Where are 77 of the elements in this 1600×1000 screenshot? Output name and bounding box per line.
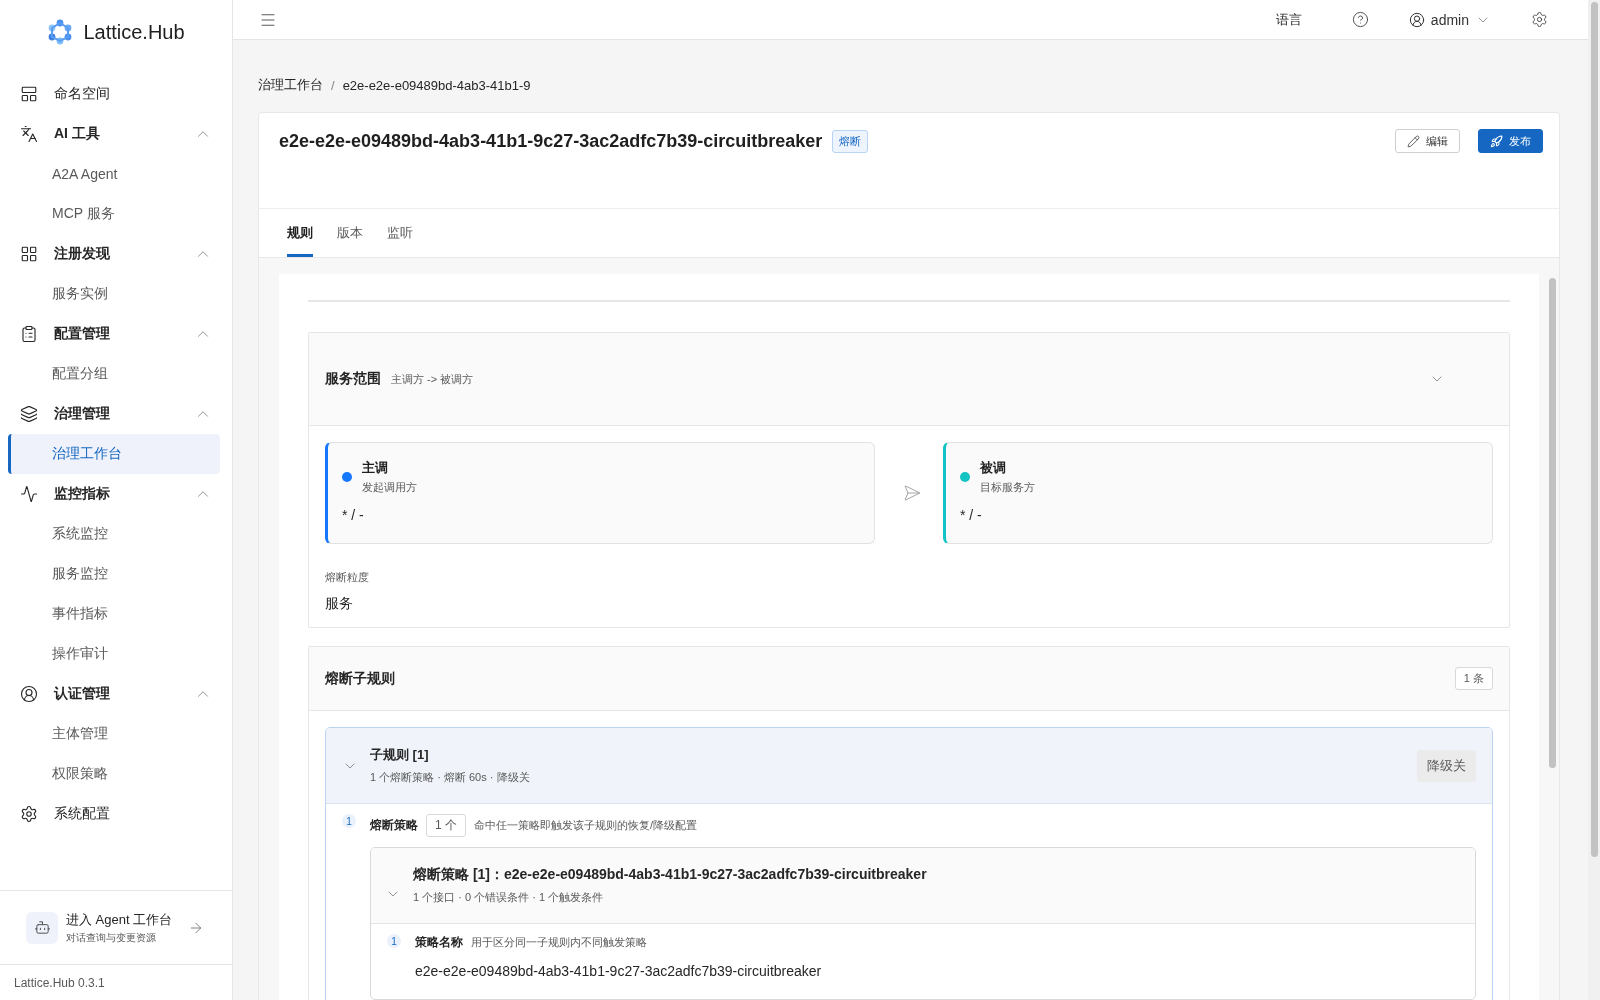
party-value: * / - (960, 507, 983, 523)
sidebar-item[interactable]: 治理工作台 (8, 434, 220, 474)
step-number: 1 (342, 814, 356, 828)
field-label: 策略名称 (415, 934, 463, 951)
publish-button[interactable]: 发布 (1478, 129, 1543, 153)
translate-icon (20, 125, 38, 143)
rule-title: e2e-e2e-e09489bd-4ab3-41b1-9c27-3ac2adfc7b39-circuitbreaker (279, 130, 823, 153)
scrollbar[interactable] (1548, 278, 1556, 768)
breadcrumb-item[interactable]: 治理工作台 (258, 76, 323, 94)
sidebar-group[interactable]: 认证管理 (8, 674, 224, 714)
policy-summary: 1 个接口 · 0 个错误条件 · 1 个触发条件 (413, 890, 605, 905)
language-menu[interactable]: 语言 (1275, 10, 1302, 29)
step-number: 1 (387, 934, 401, 948)
brand-name: Lattice.Hub (83, 20, 185, 44)
settings-icon (20, 805, 38, 823)
sidebar-item[interactable]: 事件指标 (8, 594, 220, 634)
subrule-title: 子规则 [1] (370, 746, 430, 764)
sidebar-group[interactable]: 命名空间 (8, 74, 224, 114)
party-subtitle: 发起调用方 (362, 480, 417, 495)
logo-icon (47, 19, 74, 45)
sidebar-group[interactable]: 监控指标 (8, 474, 224, 514)
agent-title: 进入 Agent 工作台 (66, 910, 173, 929)
settings-icon[interactable] (1531, 11, 1548, 28)
layers-icon (20, 405, 38, 423)
sidebar-group[interactable]: 配置管理 (8, 314, 224, 354)
pulse-icon (20, 485, 38, 503)
sidebar-item[interactable]: 系统监控 (8, 514, 220, 554)
step-label: 熔断策略 (370, 817, 418, 834)
sidebar-group[interactable]: 注册发现 (8, 234, 224, 274)
pencil-icon (1407, 134, 1420, 148)
agent-subtitle: 对话查询与变更资源 (66, 930, 157, 945)
sidebar-group[interactable]: 治理管理 (8, 394, 224, 434)
sidebar-item[interactable]: 主体管理 (8, 714, 220, 754)
status-tag: 降级关 (1417, 749, 1476, 782)
count-badge: 1 个 (426, 814, 466, 837)
sidebar-item[interactable]: 服务实例 (8, 274, 220, 314)
subrule-summary: 1 个熔断策略 · 熔断 60s · 降级关 (370, 770, 531, 785)
party-title: 主调 (362, 459, 389, 477)
section-subtitle: 主调方 -> 被调方 (391, 371, 475, 387)
page-scrollbar[interactable] (1590, 2, 1598, 857)
panel-icon (20, 85, 38, 103)
rocket-icon (1490, 134, 1503, 148)
sidebar-item[interactable]: 配置分组 (8, 354, 220, 394)
sidebar-item[interactable]: MCP 服务 (8, 194, 220, 234)
party-value: * / - (342, 507, 365, 523)
help-icon[interactable] (1351, 11, 1369, 28)
sidebar-item[interactable]: A2A Agent (8, 154, 220, 194)
sidebar-item[interactable]: 权限策略 (8, 754, 220, 794)
section-title: 服务范围 (325, 370, 381, 388)
robot-icon (26, 911, 58, 944)
list-icon (20, 325, 38, 343)
breadcrumb-separator: / (331, 77, 335, 93)
step-hint: 命中任一策略即触发该子规则的恢复/降级配置 (474, 818, 698, 833)
grid-icon (20, 245, 38, 263)
field-value: e2e-e2e-e09489bd-4ab3-41b1-9c27-3ac2adfc7b39-circuitbreaker (415, 963, 823, 979)
party-title: 被调 (980, 459, 1007, 477)
field-hint: 用于区分同一子规则内不同触发策略 (471, 935, 647, 950)
party-subtitle: 目标服务方 (980, 480, 1035, 495)
type-tag: 熔断 (832, 130, 869, 153)
tab[interactable]: 监听 (387, 208, 413, 257)
sidebar-group[interactable]: AI 工具 (8, 114, 224, 154)
tab[interactable]: 版本 (337, 208, 363, 257)
user-circle-icon (20, 685, 38, 703)
user-icon (1408, 11, 1425, 28)
sidebar-item[interactable]: 操作审计 (8, 634, 220, 674)
sidebar-item[interactable]: 服务监控 (8, 554, 220, 594)
sidebar-group[interactable]: 系统配置 (8, 794, 224, 834)
section-title: 熔断子规则 (325, 669, 395, 688)
field-value: 服务 (325, 595, 354, 613)
agent-entry[interactable]: 进入 Agent 工作台 对话查询与变更资源 (0, 890, 232, 964)
user-menu[interactable]: admin (1408, 11, 1491, 28)
policy-title: 熔断策略 [1]：e2e-e2e-e09489bd-4ab3-41b1-9c27-3ac2adfc7b39-circuitbreaker (413, 866, 928, 884)
count-badge: 1 条 (1454, 667, 1493, 690)
version-text: Lattice.Hub 0.3.1 (0, 964, 232, 1000)
breadcrumb-item: e2e-e2e-e09489bd-4ab3-41b1-9 (342, 77, 531, 93)
edit-button[interactable]: 编辑 (1395, 129, 1460, 153)
field-label: 熔断粒度 (325, 570, 370, 585)
